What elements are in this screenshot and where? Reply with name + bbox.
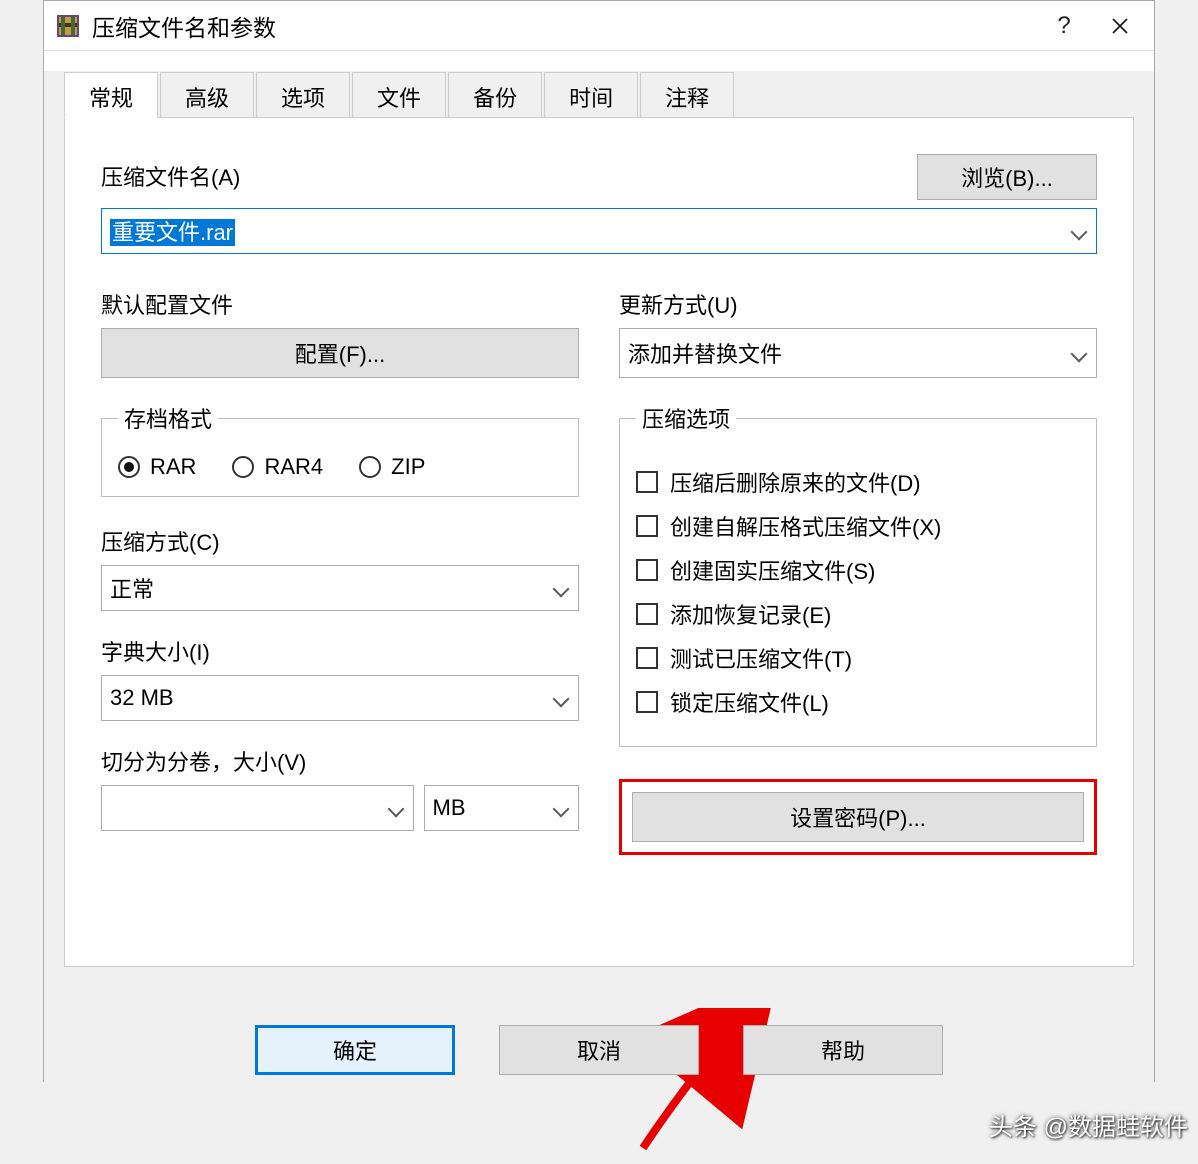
option-checkbox-3[interactable]: 添加恢复记录(E) [636,598,1080,630]
radio-dot-icon [232,456,254,478]
tab-6[interactable]: 注释 [640,72,734,118]
dictionary-size-combobox[interactable]: 32 MB [101,675,579,721]
split-unit-combobox[interactable]: MB [424,785,579,831]
update-mode-combobox[interactable]: 添加并替换文件 [619,328,1097,378]
option-checkbox-label: 锁定压缩文件(L) [670,686,829,718]
archive-format-radio-label: RAR [150,454,196,480]
set-password-button[interactable]: 设置密码(P)... [632,792,1084,842]
archive-format-radio-label: ZIP [391,454,425,480]
ok-button[interactable]: 确定 [255,1025,455,1075]
archive-name-label: 压缩文件名(A) [101,160,893,192]
option-checkbox-label: 创建自解压格式压缩文件(X) [670,510,941,542]
tab-1[interactable]: 高级 [160,72,254,118]
compression-method-label: 压缩方式(C) [101,525,579,557]
chevron-down-icon [1070,222,1088,240]
archive-format-radio-zip[interactable]: ZIP [359,454,425,480]
compression-method-value: 正常 [110,572,552,604]
tab-4[interactable]: 备份 [448,72,542,118]
update-mode-label: 更新方式(U) [619,288,1097,320]
update-mode-value: 添加并替换文件 [628,337,1070,369]
chevron-down-icon [1070,344,1088,362]
archive-format-radio-label: RAR4 [264,454,323,480]
chevron-down-icon [552,799,570,817]
cancel-button[interactable]: 取消 [499,1025,699,1075]
archive-format-radio-rar[interactable]: RAR [118,454,196,480]
checkbox-box-icon [636,515,658,537]
compression-options-group: 压缩选项 压缩后删除原来的文件(D) 创建自解压格式压缩文件(X) 创建固实压缩文件… [619,402,1097,747]
chevron-down-icon [387,799,405,817]
option-checkbox-label: 添加恢复记录(E) [670,598,831,630]
split-unit-value: MB [433,795,552,821]
tab-0[interactable]: 常规 [64,72,158,118]
option-checkbox-5[interactable]: 锁定压缩文件(L) [636,686,1080,718]
password-highlight-box: 设置密码(P)... [619,779,1097,855]
dictionary-size-value: 32 MB [110,685,552,711]
archive-name-value: 重要文件.rar [110,219,235,246]
profiles-button[interactable]: 配置(F)... [101,328,579,378]
help-button[interactable]: 帮助 [743,1025,943,1075]
archive-name-combobox[interactable]: 重要文件.rar [101,208,1097,254]
radio-dot-icon [118,456,140,478]
option-checkbox-2[interactable]: 创建固实压缩文件(S) [636,554,1080,586]
close-icon[interactable] [1092,6,1148,46]
option-checkbox-label: 压缩后删除原来的文件(D) [670,466,921,498]
help-icon[interactable]: ? [1036,6,1092,46]
window-title: 压缩文件名和参数 [92,9,1036,43]
option-checkbox-4[interactable]: 测试已压缩文件(T) [636,642,1080,674]
option-checkbox-label: 测试已压缩文件(T) [670,642,852,674]
watermark-text: 头条 @数据蛙软件 [989,1107,1188,1142]
archive-format-group: 存档格式 RAR RAR4 ZIP [101,402,579,497]
compression-options-title: 压缩选项 [636,402,736,434]
tab-2[interactable]: 选项 [256,72,350,118]
chevron-down-icon [552,579,570,597]
chevron-down-icon [552,689,570,707]
app-icon [54,12,82,40]
option-checkbox-0[interactable]: 压缩后删除原来的文件(D) [636,466,1080,498]
archive-format-title: 存档格式 [118,402,218,434]
checkbox-box-icon [636,691,658,713]
option-checkbox-1[interactable]: 创建自解压格式压缩文件(X) [636,510,1080,542]
checkbox-box-icon [636,471,658,493]
radio-dot-icon [359,456,381,478]
archive-format-radio-rar4[interactable]: RAR4 [232,454,323,480]
tab-3[interactable]: 文件 [352,72,446,118]
profile-label: 默认配置文件 [101,288,579,320]
checkbox-box-icon [636,647,658,669]
compression-method-combobox[interactable]: 正常 [101,565,579,611]
split-size-combobox[interactable] [101,785,414,831]
dictionary-size-label: 字典大小(I) [101,635,579,667]
browse-button[interactable]: 浏览(B)... [917,154,1097,200]
checkbox-box-icon [636,559,658,581]
split-volumes-label: 切分为分卷，大小(V) [101,745,579,777]
checkbox-box-icon [636,603,658,625]
option-checkbox-label: 创建固实压缩文件(S) [670,554,875,586]
tab-5[interactable]: 时间 [544,72,638,118]
